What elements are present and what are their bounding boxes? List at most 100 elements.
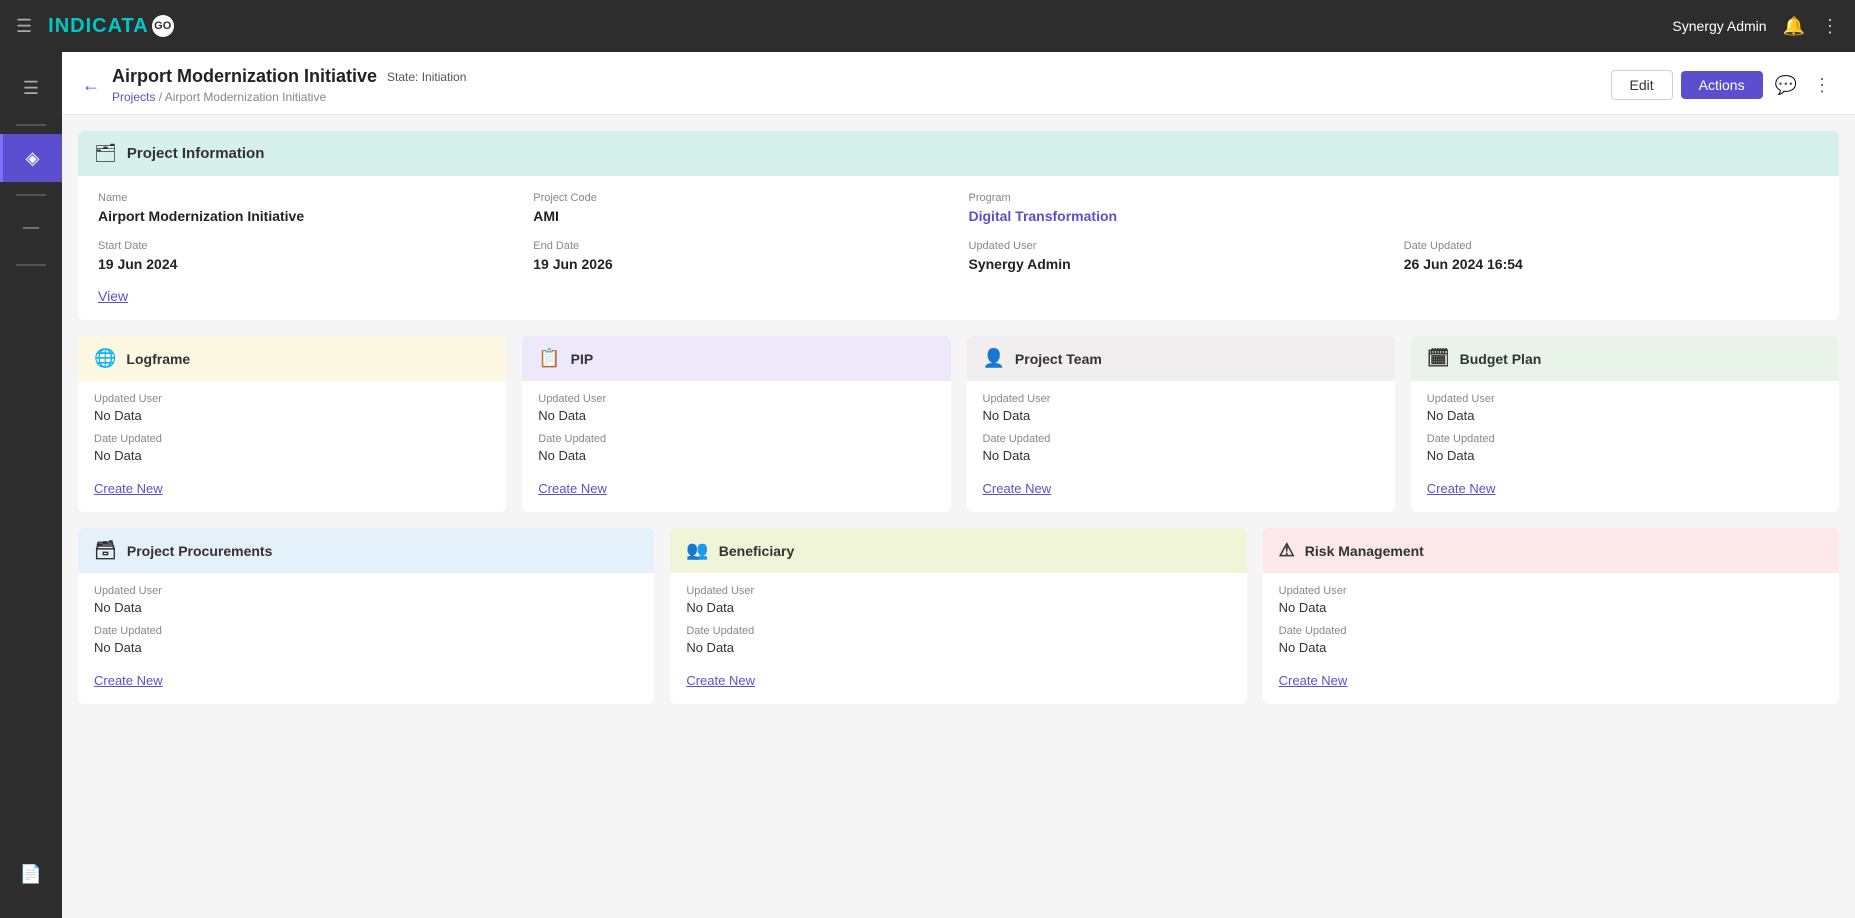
budget-plan-date-updated-field: Date Updated No Data bbox=[1427, 433, 1823, 463]
card-beneficiary-title: Beneficiary bbox=[719, 543, 794, 559]
card-pip-title: PIP bbox=[571, 351, 594, 367]
page-title-area: Airport Modernization Initiative State: … bbox=[112, 66, 466, 104]
project-info-section: 🗂 Project Information Name Airport Moder… bbox=[78, 131, 1839, 320]
beneficiary-icon: 👥 bbox=[686, 540, 708, 561]
budget-plan-icon: 🗓 bbox=[1427, 348, 1450, 369]
logframe-updated-user-field: Updated User No Data bbox=[94, 393, 490, 423]
sidebar-divider-1 bbox=[16, 124, 46, 126]
logo: INDICATA GO bbox=[48, 15, 174, 38]
logframe-create-new-link[interactable]: Create New bbox=[94, 481, 163, 496]
sidebar-item-menu[interactable]: ☰ bbox=[0, 64, 62, 112]
budget-plan-updated-user-value: No Data bbox=[1427, 408, 1823, 423]
field-end-date: End Date 19 Jun 2026 bbox=[533, 240, 948, 272]
logo-go: GO bbox=[152, 15, 174, 37]
back-button[interactable]: ← bbox=[82, 75, 100, 96]
actions-button[interactable]: Actions bbox=[1681, 71, 1763, 99]
card-project-procurements-header: 🗃 Project Procurements bbox=[78, 528, 654, 573]
risk-management-create-new-link[interactable]: Create New bbox=[1279, 673, 1348, 688]
project-procurements-updated-user-label: Updated User bbox=[94, 585, 638, 597]
card-beneficiary-header: 👥 Beneficiary bbox=[670, 528, 1246, 573]
label-end-date: End Date bbox=[533, 240, 948, 252]
project-team-date-updated-label: Date Updated bbox=[983, 433, 1379, 445]
label-date-updated: Date Updated bbox=[1404, 240, 1819, 252]
project-team-date-updated-field: Date Updated No Data bbox=[983, 433, 1379, 463]
card-logframe-header: 🌐 Logframe bbox=[78, 336, 506, 381]
user-name: Synergy Admin bbox=[1672, 18, 1766, 34]
nav-right: Synergy Admin 🔔 ⋮ bbox=[1672, 16, 1839, 37]
card-pip-body: Updated User No Data Date Updated No Dat… bbox=[522, 381, 950, 512]
main-icon: ◈ bbox=[26, 148, 40, 169]
label-project-code: Project Code bbox=[533, 192, 948, 204]
doc-icon: 📄 bbox=[20, 864, 42, 885]
card-beneficiary-body: Updated User No Data Date Updated No Dat… bbox=[670, 573, 1246, 704]
page-title-row: Airport Modernization Initiative State: … bbox=[112, 66, 466, 87]
bell-icon[interactable]: 🔔 bbox=[1783, 16, 1805, 37]
sidebar-item-graph[interactable]: — bbox=[0, 204, 62, 252]
cards-row-2: 🗃 Project Procurements Updated User No D… bbox=[62, 528, 1855, 720]
project-procurements-updated-user-value: No Data bbox=[94, 600, 638, 615]
card-project-team-body: Updated User No Data Date Updated No Dat… bbox=[967, 381, 1395, 512]
beneficiary-updated-user-label: Updated User bbox=[686, 585, 1230, 597]
value-end-date: 19 Jun 2026 bbox=[533, 256, 948, 272]
page-title: Airport Modernization Initiative bbox=[112, 66, 377, 87]
project-team-updated-user-field: Updated User No Data bbox=[983, 393, 1379, 423]
menu-icon: ☰ bbox=[23, 78, 39, 99]
cards-row-1: 🌐 Logframe Updated User No Data Date Upd… bbox=[62, 320, 1855, 528]
card-pip-header: 📋 PIP bbox=[522, 336, 950, 381]
card-budget-plan: 🗓 Budget Plan Updated User No Data Date … bbox=[1411, 336, 1839, 512]
logframe-date-updated-value: No Data bbox=[94, 448, 490, 463]
hamburger-icon[interactable]: ☰ bbox=[16, 16, 32, 37]
value-project-code: AMI bbox=[533, 208, 948, 224]
page-header-right: Edit Actions 💬 ⋮ bbox=[1611, 70, 1835, 100]
card-risk-management-header: ⚠ Risk Management bbox=[1263, 528, 1839, 573]
risk-management-icon: ⚠ bbox=[1279, 540, 1295, 561]
logframe-date-updated-field: Date Updated No Data bbox=[94, 433, 490, 463]
label-name: Name bbox=[98, 192, 513, 204]
pip-create-new-link[interactable]: Create New bbox=[538, 481, 607, 496]
budget-plan-date-updated-value: No Data bbox=[1427, 448, 1823, 463]
budget-plan-create-new-link[interactable]: Create New bbox=[1427, 481, 1496, 496]
pip-updated-user-value: No Data bbox=[538, 408, 934, 423]
label-updated-user: Updated User bbox=[969, 240, 1384, 252]
main-content: ← Airport Modernization Initiative State… bbox=[62, 52, 1855, 918]
field-program: Program Digital Transformation bbox=[969, 192, 1384, 224]
field-project-code: Project Code AMI bbox=[533, 192, 948, 224]
breadcrumb-projects[interactable]: Projects bbox=[112, 90, 155, 104]
project-team-icon: 👤 bbox=[983, 348, 1005, 369]
breadcrumb-current: Airport Modernization Initiative bbox=[165, 90, 326, 104]
logframe-updated-user-value: No Data bbox=[94, 408, 490, 423]
sidebar-divider-2 bbox=[16, 194, 46, 196]
logo-text: INDICATA bbox=[48, 15, 149, 38]
project-procurements-date-updated-value: No Data bbox=[94, 640, 638, 655]
budget-plan-date-updated-label: Date Updated bbox=[1427, 433, 1823, 445]
project-info-grid: Name Airport Modernization Initiative Pr… bbox=[98, 192, 1819, 272]
logframe-updated-user-label: Updated User bbox=[94, 393, 490, 405]
more-options-button[interactable]: ⋮ bbox=[1809, 71, 1835, 100]
project-team-create-new-link[interactable]: Create New bbox=[983, 481, 1052, 496]
field-start-date: Start Date 19 Jun 2024 bbox=[98, 240, 513, 272]
sidebar-divider-3 bbox=[16, 264, 46, 266]
more-icon[interactable]: ⋮ bbox=[1821, 16, 1839, 37]
beneficiary-updated-user-value: No Data bbox=[686, 600, 1230, 615]
field-date-updated: Date Updated 26 Jun 2024 16:54 bbox=[1404, 240, 1819, 272]
view-link[interactable]: View bbox=[98, 288, 128, 304]
label-program: Program bbox=[969, 192, 1384, 204]
beneficiary-updated-user-field: Updated User No Data bbox=[686, 585, 1230, 615]
more-options-icon: ⋮ bbox=[1813, 75, 1831, 95]
edit-button[interactable]: Edit bbox=[1611, 70, 1673, 100]
beneficiary-create-new-link[interactable]: Create New bbox=[686, 673, 755, 688]
nav-left: ☰ INDICATA GO bbox=[16, 15, 174, 38]
sidebar-item-main[interactable]: ◈ bbox=[0, 134, 62, 182]
label-start-date: Start Date bbox=[98, 240, 513, 252]
risk-management-updated-user-value: No Data bbox=[1279, 600, 1823, 615]
pip-date-updated-value: No Data bbox=[538, 448, 934, 463]
field-updated-user: Updated User Synergy Admin bbox=[969, 240, 1384, 272]
risk-management-date-updated-field: Date Updated No Data bbox=[1279, 625, 1823, 655]
project-procurements-create-new-link[interactable]: Create New bbox=[94, 673, 163, 688]
sidebar-item-doc[interactable]: 📄 bbox=[0, 850, 62, 898]
project-procurements-icon: 🗃 bbox=[94, 540, 117, 561]
value-name: Airport Modernization Initiative bbox=[98, 208, 513, 224]
card-project-team-header: 👤 Project Team bbox=[967, 336, 1395, 381]
card-project-procurements: 🗃 Project Procurements Updated User No D… bbox=[78, 528, 654, 704]
comment-button[interactable]: 💬 bbox=[1771, 71, 1801, 100]
